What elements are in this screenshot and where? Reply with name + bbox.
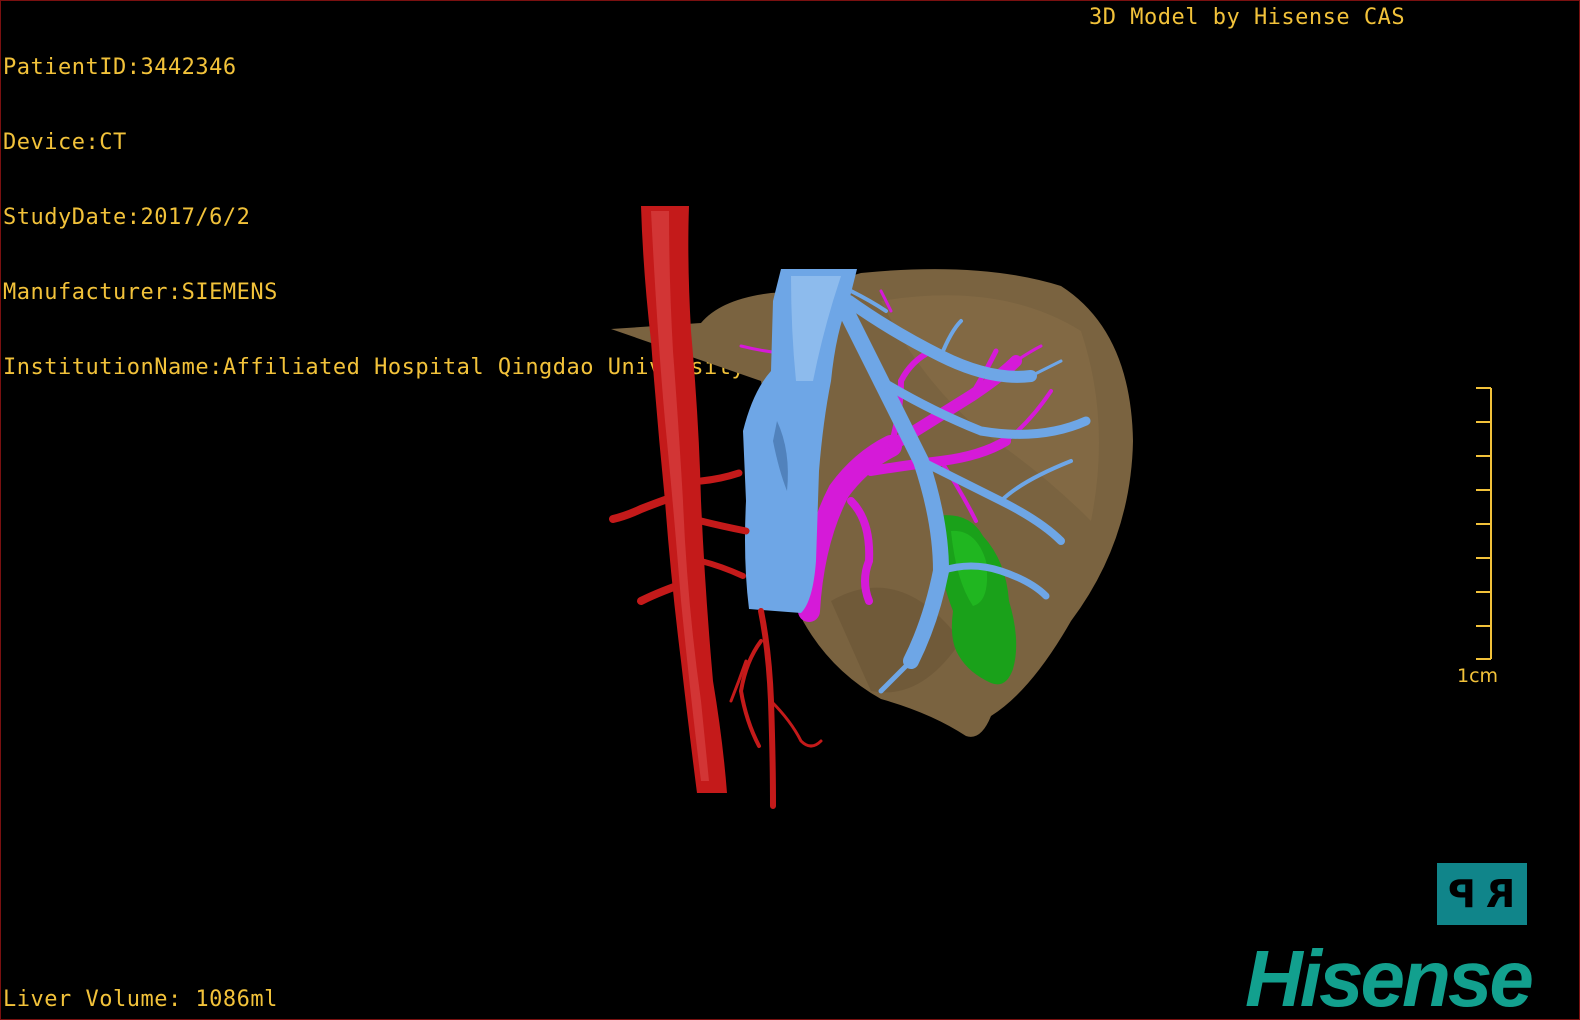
- hisense-logo: Hisense: [1245, 934, 1534, 1020]
- 3d-viewer[interactable]: PatientID:3442346 Device:CT StudyDate:20…: [0, 0, 1580, 1020]
- orientation-posterior-glyph: P: [1448, 872, 1477, 916]
- scale-label: 1cm: [1457, 665, 1499, 687]
- orientation-cube-icon[interactable]: P R: [1437, 863, 1527, 925]
- liver-volume: Liver Volume: 1086ml: [3, 987, 278, 1012]
- scale-bar-icon: [1476, 387, 1492, 660]
- aorta-model: [641, 206, 727, 793]
- orientation-right-glyph: R: [1486, 872, 1516, 916]
- 3d-model-render[interactable]: [1, 1, 1579, 1019]
